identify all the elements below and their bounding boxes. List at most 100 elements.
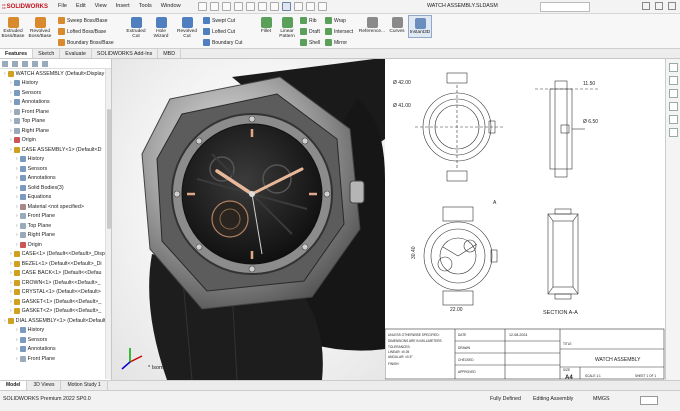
expand-arrow-icon[interactable]: › xyxy=(10,308,12,314)
options-gear-icon[interactable] xyxy=(318,2,327,11)
rib-button[interactable]: Rib xyxy=(300,17,317,24)
tree-node[interactable]: › History xyxy=(16,155,44,164)
tree-node[interactable]: › Top Plane xyxy=(16,221,51,230)
minimize-icon[interactable] xyxy=(642,2,650,10)
tree-node[interactable]: › Origin xyxy=(10,136,36,145)
lofted-boss-button[interactable]: Lofted Boss/Base xyxy=(58,28,106,35)
tab-motion-study[interactable]: Motion Study 1 xyxy=(61,381,108,390)
expand-arrow-icon[interactable]: › xyxy=(16,223,18,229)
dimxpert-icon[interactable] xyxy=(32,61,38,67)
tree-node[interactable]: › Front Plane xyxy=(16,354,55,363)
reference-geometry-button[interactable]: Reference... xyxy=(358,17,386,34)
extruded-cut-button[interactable]: Extruded Cut xyxy=(126,17,146,39)
tab-addins[interactable]: SOLIDWORKS Add-Ins xyxy=(92,49,159,58)
mirror-button[interactable]: Mirror xyxy=(325,39,347,46)
lofted-cut-button[interactable]: Lofted Cut xyxy=(203,28,235,35)
menu-edit[interactable]: Edit xyxy=(76,3,86,9)
print-icon[interactable] xyxy=(246,2,255,11)
file-properties-icon[interactable] xyxy=(306,2,315,11)
expand-arrow-icon[interactable]: › xyxy=(16,232,18,238)
tree-node[interactable]: › Sensors xyxy=(10,88,41,97)
tab-evaluate[interactable]: Evaluate xyxy=(60,49,92,58)
tree-node[interactable]: › Origin xyxy=(16,240,42,249)
expand-arrow-icon[interactable]: › xyxy=(10,299,12,305)
search-input[interactable] xyxy=(540,2,590,12)
new-document-icon[interactable] xyxy=(210,2,219,11)
tree-node[interactable]: › CRYSTAL<1> (Default<<Default> xyxy=(10,288,101,297)
expand-arrow-icon[interactable]: › xyxy=(10,99,12,105)
menu-insert[interactable]: Insert xyxy=(116,3,130,9)
open-icon[interactable] xyxy=(222,2,231,11)
tree-node[interactable]: › CROWN<1> (Default<<Default>_ xyxy=(10,278,100,287)
tree-node[interactable]: › GASKET<1> (Default<<Default>_ xyxy=(10,297,101,306)
tree-node[interactable]: › DIAL ASSEMBLY<1> (Default<Default xyxy=(4,316,106,325)
tree-node[interactable]: › History xyxy=(10,79,38,88)
menu-file[interactable]: File xyxy=(58,3,67,9)
tree-node[interactable]: › Material <not specified> xyxy=(16,202,84,211)
wrap-button[interactable]: Wrap xyxy=(325,17,346,24)
intersect-button[interactable]: Intersect xyxy=(325,28,353,35)
sweep-boss-button[interactable]: Sweep Boss/Base xyxy=(58,17,108,24)
expand-arrow-icon[interactable]: › xyxy=(10,270,12,276)
hole-wizard-button[interactable]: Hole Wizard xyxy=(151,17,171,39)
tab-3d-views[interactable]: 3D Views xyxy=(27,381,62,390)
linear-pattern-button[interactable]: Linear Pattern xyxy=(277,17,297,39)
tree-node[interactable]: › WATCH ASSEMBLY (Default<Display St xyxy=(4,69,111,78)
tree-node[interactable]: › GASKET<2> (Default<<Default>_ xyxy=(10,307,101,316)
view-triad[interactable] xyxy=(121,348,143,370)
expand-arrow-icon[interactable]: › xyxy=(16,204,18,210)
extruded-boss-button[interactable]: Extruded Boss/Base xyxy=(2,17,24,39)
revolved-cut-button[interactable]: Revolved Cut xyxy=(176,17,198,39)
expand-arrow-icon[interactable]: › xyxy=(10,137,12,143)
menu-tools[interactable]: Tools xyxy=(139,3,152,9)
resources-icon[interactable] xyxy=(668,63,678,72)
tree-node[interactable]: › CASE ASSEMBLY<1> (Default<D xyxy=(10,145,102,154)
tree-scrollbar[interactable] xyxy=(105,69,111,379)
tree-node[interactable]: › Annotations xyxy=(16,174,56,183)
home-icon[interactable] xyxy=(198,2,207,11)
tree-node[interactable]: › CASE BACK<1> (Default<<Defau xyxy=(10,269,101,278)
tree-node[interactable]: › Annotations xyxy=(10,98,50,107)
tab-model[interactable]: Model xyxy=(0,381,28,390)
curves-button[interactable]: Curves xyxy=(388,17,406,34)
expand-arrow-icon[interactable]: › xyxy=(10,128,12,134)
expand-arrow-icon[interactable]: › xyxy=(10,261,12,267)
expand-arrow-icon[interactable]: › xyxy=(16,346,18,352)
tree-node[interactable]: › Right Plane xyxy=(16,231,55,240)
expand-arrow-icon[interactable]: › xyxy=(4,318,6,324)
redo-icon[interactable] xyxy=(270,2,279,11)
undo-icon[interactable] xyxy=(258,2,267,11)
maximize-icon[interactable] xyxy=(655,2,663,10)
expand-arrow-icon[interactable]: › xyxy=(16,356,18,362)
instant3d-button[interactable]: Instant3D xyxy=(408,15,432,38)
expand-arrow-icon[interactable]: › xyxy=(16,175,18,181)
tab-mbd[interactable]: MBD xyxy=(158,49,182,58)
file-explorer-icon[interactable] xyxy=(668,89,678,98)
menu-view[interactable]: View xyxy=(95,3,107,9)
status-units[interactable]: MMGS xyxy=(593,396,609,402)
tree-node[interactable]: › BEZEL<1> (Default<<Default>_Di xyxy=(10,259,102,268)
expand-arrow-icon[interactable]: › xyxy=(16,337,18,343)
expand-arrow-icon[interactable]: › xyxy=(16,327,18,333)
expand-arrow-icon[interactable]: › xyxy=(4,71,6,77)
tab-sketch[interactable]: Sketch xyxy=(33,49,61,58)
expand-arrow-icon[interactable]: › xyxy=(16,185,18,191)
shell-button[interactable]: Shell xyxy=(300,39,320,46)
expand-arrow-icon[interactable]: › xyxy=(16,194,18,200)
expand-arrow-icon[interactable]: › xyxy=(10,147,12,153)
select-cursor-icon[interactable] xyxy=(282,2,291,11)
rebuild-icon[interactable] xyxy=(294,2,303,11)
tree-node[interactable]: › History xyxy=(16,326,44,335)
scroll-thumb[interactable] xyxy=(107,109,111,229)
design-library-icon[interactable] xyxy=(668,76,678,85)
expand-arrow-icon[interactable]: › xyxy=(10,289,12,295)
close-icon[interactable] xyxy=(668,2,676,10)
draft-button[interactable]: Draft xyxy=(300,28,320,35)
tree-node[interactable]: › Front Plane xyxy=(16,212,55,221)
expand-arrow-icon[interactable]: › xyxy=(10,118,12,124)
tree-node[interactable]: › Sensors xyxy=(16,164,47,173)
expand-arrow-icon[interactable]: › xyxy=(10,90,12,96)
menu-window[interactable]: Window xyxy=(161,3,181,9)
tree-node[interactable]: › Solid Bodies(3) xyxy=(16,183,64,192)
expand-arrow-icon[interactable]: › xyxy=(16,242,18,248)
